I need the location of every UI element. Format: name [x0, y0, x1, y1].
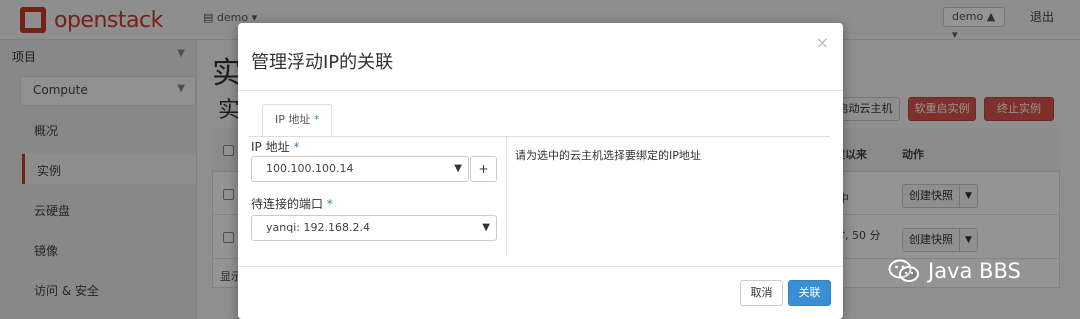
footer-divider: [238, 266, 843, 267]
dialog-title: 管理浮动IP的关联: [251, 52, 394, 73]
ip-address-label-text: IP 地址: [251, 140, 290, 154]
column-divider: [506, 137, 507, 255]
chevron-down-icon: ▼: [454, 163, 462, 174]
watermark: Java BBS: [888, 258, 1021, 284]
associate-button[interactable]: 关联: [788, 280, 831, 306]
header-divider: [238, 90, 843, 91]
watermark-text: Java BBS: [928, 259, 1021, 283]
manage-floating-ip-dialog: × 管理浮动IP的关联 IP 地址 * IP 地址 * 100.100.100.…: [238, 23, 843, 319]
port-value: yanqi: 192.168.2.4: [266, 221, 370, 234]
port-select[interactable]: yanqi: 192.168.2.4 ▼: [251, 215, 497, 241]
cancel-button[interactable]: 取消: [740, 280, 783, 306]
tab-divider: [248, 136, 830, 137]
required-mark: *: [293, 140, 300, 154]
ip-address-value: 100.100.100.14: [266, 162, 354, 175]
ip-address-label: IP 地址 *: [251, 138, 299, 155]
port-label-text: 待连接的端口: [251, 197, 324, 211]
tab-label: IP 地址: [275, 113, 311, 126]
chevron-down-icon: ▼: [482, 222, 490, 233]
close-icon[interactable]: ×: [816, 33, 829, 52]
required-mark: *: [326, 197, 333, 211]
ip-address-select[interactable]: 100.100.100.14 ▼: [251, 156, 469, 182]
allocate-ip-button[interactable]: +: [470, 156, 497, 182]
port-label: 待连接的端口 *: [251, 195, 333, 212]
wechat-icon: [888, 259, 919, 282]
required-mark: *: [313, 113, 320, 126]
tab-ip-address[interactable]: IP 地址 *: [262, 104, 333, 137]
help-text: 请为选中的云主机选择要绑定的IP地址: [515, 149, 701, 162]
